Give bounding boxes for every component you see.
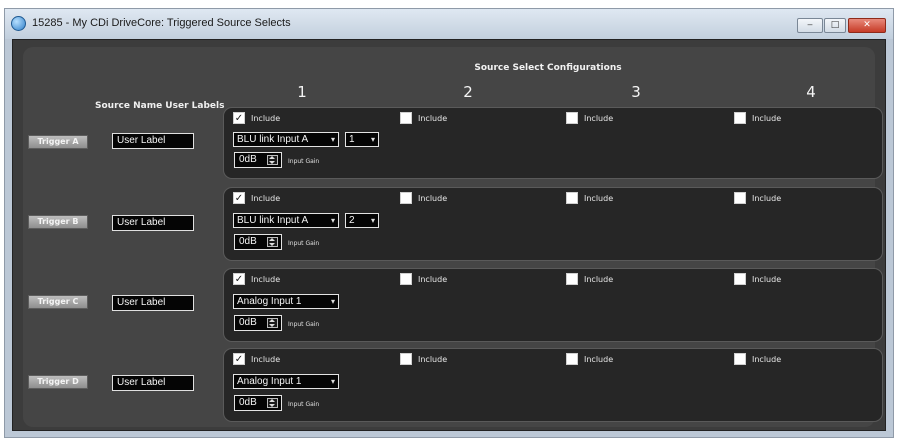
trigger-a-source-select[interactable]: BLU link Input A ▾ (233, 132, 339, 147)
trigger-d-include-1-checkbox[interactable]: ✓ (233, 353, 245, 365)
trigger-c-gain-value: 0dB (239, 317, 257, 328)
trigger-c-include-4-checkbox[interactable] (734, 273, 746, 285)
include-label: Include (251, 114, 281, 123)
trigger-a-include-2-checkbox[interactable] (400, 112, 412, 124)
trigger-a-include-4-checkbox[interactable] (734, 112, 746, 124)
input-gain-label: Input Gain (288, 158, 320, 165)
trigger-a-channel-select[interactable]: 1 ▾ (345, 132, 379, 147)
trigger-b-gain-input[interactable]: 0dB (234, 234, 282, 250)
trigger-a-channel-value: 1 (349, 134, 355, 145)
maximize-button[interactable]: □ (824, 18, 846, 33)
trigger-a-source-value: BLU link Input A (237, 134, 309, 145)
app-icon (11, 16, 26, 31)
include-label: Include (418, 275, 448, 284)
trigger-a-include-1-checkbox[interactable]: ✓ (233, 112, 245, 124)
trigger-d-user-label-input[interactable]: User Label (112, 375, 194, 391)
trigger-b-include-3-checkbox[interactable] (566, 192, 578, 204)
gain-spinner-icon[interactable] (267, 398, 278, 408)
trigger-a-user-label-input[interactable]: User Label (112, 133, 194, 149)
source-select-title: Source Select Configurations (474, 63, 622, 73)
trigger-b-channel-select[interactable]: 2 ▾ (345, 213, 379, 228)
include-label: Include (752, 194, 782, 203)
include-label: Include (584, 355, 614, 364)
column-1-header: 1 (297, 83, 307, 101)
trigger-b-user-label-input[interactable]: User Label (112, 215, 194, 231)
trigger-d-gain-value: 0dB (239, 397, 257, 408)
include-label: Include (251, 194, 281, 203)
app-window: 15285 - My CDi DriveCore: Triggered Sour… (4, 8, 894, 438)
include-label: Include (251, 275, 281, 284)
input-gain-label: Input Gain (288, 240, 320, 247)
include-label: Include (418, 355, 448, 364)
trigger-d-button[interactable]: Trigger D (28, 375, 88, 389)
input-gain-label: Input Gain (288, 321, 320, 328)
chevron-down-icon: ▾ (370, 216, 375, 225)
trigger-c-button[interactable]: Trigger C (28, 295, 88, 309)
trigger-b-button[interactable]: Trigger B (28, 215, 88, 229)
include-label: Include (752, 275, 782, 284)
trigger-d-source-select[interactable]: Analog Input 1 ▾ (233, 374, 339, 389)
trigger-d-gain-input[interactable]: 0dB (234, 395, 282, 411)
chevron-down-icon: ▾ (330, 377, 335, 386)
source-name-labels-header: Source Name User Labels (95, 101, 225, 111)
trigger-d-include-3-checkbox[interactable] (566, 353, 578, 365)
trigger-c-include-2-checkbox[interactable] (400, 273, 412, 285)
trigger-c-source-value: Analog Input 1 (237, 296, 302, 307)
include-label: Include (251, 355, 281, 364)
include-label: Include (584, 194, 614, 203)
trigger-c-config-row: ✓ Include Include Include Include Analog… (223, 268, 883, 342)
chevron-down-icon: ▾ (330, 216, 335, 225)
include-label: Include (584, 114, 614, 123)
close-button[interactable]: ✕ (848, 18, 886, 33)
trigger-b-include-2-checkbox[interactable] (400, 192, 412, 204)
trigger-c-user-label-input[interactable]: User Label (112, 295, 194, 311)
trigger-a-button[interactable]: Trigger A (28, 135, 88, 149)
chevron-down-icon: ▾ (330, 135, 335, 144)
trigger-b-include-1-checkbox[interactable]: ✓ (233, 192, 245, 204)
trigger-a-gain-value: 0dB (239, 154, 257, 165)
column-4-header: 4 (806, 83, 816, 101)
chevron-down-icon: ▾ (370, 135, 375, 144)
trigger-b-include-4-checkbox[interactable] (734, 192, 746, 204)
minimize-button[interactable]: ‒ (797, 18, 823, 33)
trigger-c-source-select[interactable]: Analog Input 1 ▾ (233, 294, 339, 309)
input-gain-label: Input Gain (288, 401, 320, 408)
column-2-header: 2 (463, 83, 473, 101)
include-label: Include (418, 194, 448, 203)
include-label: Include (584, 275, 614, 284)
include-label: Include (752, 114, 782, 123)
trigger-d-config-row: ✓ Include Include Include Include Analog… (223, 348, 883, 422)
include-label: Include (418, 114, 448, 123)
gain-spinner-icon[interactable] (267, 318, 278, 328)
trigger-b-gain-value: 0dB (239, 236, 257, 247)
trigger-d-include-4-checkbox[interactable] (734, 353, 746, 365)
include-label: Include (752, 355, 782, 364)
trigger-a-gain-input[interactable]: 0dB (234, 152, 282, 168)
trigger-b-source-value: BLU link Input A (237, 215, 309, 226)
trigger-c-include-1-checkbox[interactable]: ✓ (233, 273, 245, 285)
gain-spinner-icon[interactable] (267, 155, 278, 165)
trigger-c-gain-input[interactable]: 0dB (234, 315, 282, 331)
trigger-a-config-row: ✓ Include Include Include Include BLU li… (223, 107, 883, 179)
chevron-down-icon: ▾ (330, 297, 335, 306)
column-3-header: 3 (631, 83, 641, 101)
trigger-b-source-select[interactable]: BLU link Input A ▾ (233, 213, 339, 228)
window-title: 15285 - My CDi DriveCore: Triggered Sour… (32, 17, 291, 29)
gain-spinner-icon[interactable] (267, 237, 278, 247)
trigger-a-include-3-checkbox[interactable] (566, 112, 578, 124)
trigger-b-config-row: ✓ Include Include Include Include BLU li… (223, 187, 883, 261)
title-bar[interactable]: 15285 - My CDi DriveCore: Triggered Sour… (5, 9, 893, 39)
trigger-d-source-value: Analog Input 1 (237, 376, 302, 387)
trigger-b-channel-value: 2 (349, 215, 355, 226)
trigger-c-include-3-checkbox[interactable] (566, 273, 578, 285)
trigger-d-include-2-checkbox[interactable] (400, 353, 412, 365)
